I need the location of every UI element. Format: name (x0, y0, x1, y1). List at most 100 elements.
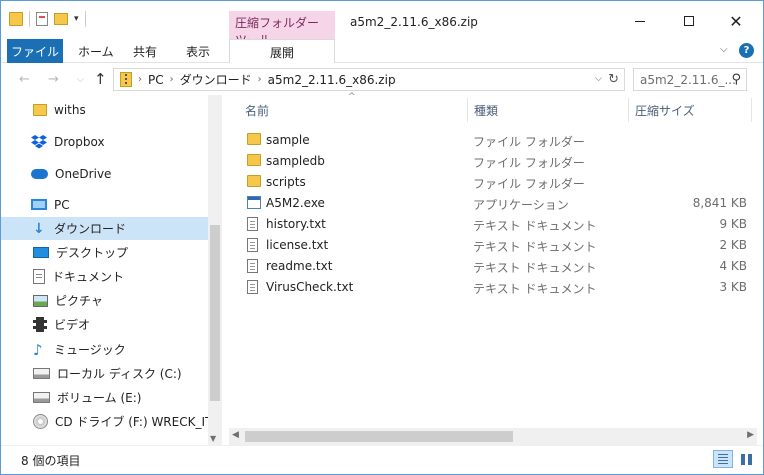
tab-extract[interactable]: 展開 (229, 39, 335, 63)
sidebar-item-desktop[interactable]: デスクトップ (1, 241, 208, 264)
download-icon: ↓ (33, 220, 45, 237)
file-row[interactable]: sampledb ファイル フォルダー (241, 150, 753, 171)
sidebar-item-label: CD ドライブ (F:) WRECK_IT_RA (55, 415, 208, 429)
tab-share[interactable]: 共有 (123, 39, 167, 63)
horizontal-scrollbar[interactable]: ◀ ▶ (229, 428, 757, 445)
properties-icon[interactable] (36, 12, 48, 26)
file-row[interactable]: license.txt テキスト ドキュメント 2 KB (241, 234, 753, 255)
sidebar-item-videos[interactable]: ビデオ (1, 313, 208, 336)
sidebar-scrollbar[interactable]: ▼ (208, 95, 222, 445)
pictures-icon (33, 294, 48, 307)
sidebar-item-pc[interactable]: PC (1, 193, 208, 216)
sidebar-item-local-disk-c[interactable]: ローカル ディスク (C:) (1, 362, 208, 385)
dropbox-icon (31, 134, 47, 148)
sidebar-item-label: ミュージック (54, 343, 126, 357)
item-count: 8 個の項目 (21, 454, 81, 468)
sidebar-item-dropbox[interactable]: Dropbox (1, 130, 208, 153)
file-type: テキスト ドキュメント (473, 282, 597, 296)
expand-ribbon-icon[interactable]: ⌵ (720, 44, 728, 55)
navigation-bar: ← → ⌵ ↑ › PC › ダウンロード › a5m2_2.11.6_x86.… (1, 63, 763, 95)
sidebar-item-label: ドキュメント (52, 270, 125, 284)
drive-icon (33, 368, 50, 379)
forward-button[interactable]: → (48, 72, 59, 87)
sidebar-item-cd-drive-f[interactable]: CD ドライブ (F:) WRECK_IT_RA (1, 410, 208, 433)
text-file-icon (247, 217, 258, 231)
folder-icon (33, 103, 47, 116)
details-view-icon[interactable] (713, 450, 733, 468)
column-divider[interactable] (467, 98, 468, 122)
file-type: ファイル フォルダー (473, 177, 585, 191)
sidebar-item-label: OneDrive (55, 166, 112, 181)
file-row[interactable]: history.txt テキスト ドキュメント 9 KB (241, 213, 753, 234)
column-header-compressed-size[interactable]: 圧縮サイズ (635, 102, 695, 119)
text-file-icon (247, 238, 258, 252)
scroll-down-icon[interactable]: ▼ (210, 434, 216, 443)
help-icon[interactable]: ? (739, 43, 754, 58)
title-bar: ▾ 圧縮フォルダー ツール a5m2_2.11.6_x86.zip ✕ (1, 1, 763, 47)
horizontal-scroll-thumb[interactable] (245, 431, 513, 442)
file-type: テキスト ドキュメント (473, 240, 597, 254)
back-button[interactable]: ← (19, 72, 30, 87)
file-row[interactable]: scripts ファイル フォルダー (241, 171, 753, 192)
navigation-pane: withs Dropbox OneDrive PC ↓ ダウンロード デスクトッ… (1, 95, 221, 445)
sidebar-item-volume-e[interactable]: ボリューム (E:) (1, 386, 208, 409)
column-divider[interactable] (751, 98, 752, 122)
tab-home[interactable]: ホーム (68, 39, 124, 63)
file-type: ファイル フォルダー (473, 135, 585, 149)
up-button[interactable]: ↑ (94, 70, 107, 88)
sidebar-item-downloads[interactable]: ↓ ダウンロード (1, 217, 208, 240)
search-input[interactable]: a5m2_2.11.6_... ⚲ (633, 68, 747, 91)
sidebar-item-label: ローカル ディスク (C:) (57, 367, 182, 381)
maximize-icon (684, 16, 694, 26)
search-icon[interactable]: ⚲ (731, 72, 741, 87)
column-header-type[interactable]: 種類 (474, 102, 498, 119)
file-row[interactable]: VirusCheck.txt テキスト ドキュメント 3 KB (241, 276, 753, 297)
tab-file[interactable]: ファイル (7, 39, 63, 63)
recent-locations-icon[interactable]: ⌵ (77, 75, 84, 85)
file-name: sampledb (266, 154, 325, 168)
sidebar-item-documents[interactable]: ドキュメント (1, 265, 208, 288)
sidebar-item-music[interactable]: ♪ ミュージック (1, 338, 208, 361)
breadcrumb-pc[interactable]: PC (148, 73, 164, 87)
file-size: 4 KB (719, 259, 747, 273)
file-type: テキスト ドキュメント (473, 219, 597, 233)
close-button[interactable]: ✕ (721, 9, 751, 33)
scroll-right-icon[interactable]: ▶ (747, 430, 754, 440)
sidebar-item-label: withs (54, 102, 86, 117)
sidebar-item-pictures[interactable]: ピクチャ (1, 289, 208, 312)
customize-toolbar-icon[interactable]: ▾ (74, 14, 79, 24)
drive-icon (33, 392, 50, 403)
address-bar[interactable]: › PC › ダウンロード › a5m2_2.11.6_x86.zip ⌵ ↻ (113, 68, 625, 91)
file-row[interactable]: A5M2.exe アプリケーション 8,841 KB (241, 192, 753, 213)
sidebar-scroll-thumb[interactable] (210, 225, 220, 401)
sidebar-item-withs[interactable]: withs (1, 98, 208, 121)
maximize-button[interactable] (674, 9, 704, 33)
breadcrumb-current[interactable]: a5m2_2.11.6_x86.zip (268, 73, 396, 87)
folder-icon (247, 175, 261, 187)
scroll-left-icon[interactable]: ◀ (232, 430, 239, 440)
minimize-icon (635, 20, 645, 22)
breadcrumb-separator[interactable]: › (138, 74, 142, 85)
file-list: ^ 名前 種類 圧縮サイズ sample ファイル フォルダー sampledb… (231, 92, 757, 430)
file-size: 3 KB (719, 280, 747, 294)
breadcrumb-downloads[interactable]: ダウンロード (180, 71, 252, 88)
tab-view[interactable]: 表示 (176, 39, 220, 63)
sidebar-item-label: ピクチャ (55, 294, 103, 308)
new-folder-icon[interactable] (54, 13, 68, 25)
refresh-icon[interactable]: ↻ (608, 72, 619, 87)
text-file-icon (247, 259, 258, 273)
sidebar-item-onedrive[interactable]: OneDrive (1, 162, 208, 185)
column-divider[interactable] (628, 98, 629, 122)
address-history-icon[interactable]: ⌵ (595, 74, 602, 84)
file-name: history.txt (266, 217, 326, 231)
file-row[interactable]: sample ファイル フォルダー (241, 129, 753, 150)
onedrive-icon (31, 168, 48, 179)
file-name: A5M2.exe (266, 196, 325, 210)
exe-icon (247, 196, 261, 209)
minimize-button[interactable] (625, 9, 655, 33)
file-row[interactable]: readme.txt テキスト ドキュメント 4 KB (241, 255, 753, 276)
breadcrumb-separator[interactable]: › (170, 74, 174, 85)
column-header-name[interactable]: 名前 (245, 102, 269, 119)
breadcrumb-separator[interactable]: › (258, 74, 262, 85)
large-icons-view-icon[interactable] (736, 450, 756, 468)
